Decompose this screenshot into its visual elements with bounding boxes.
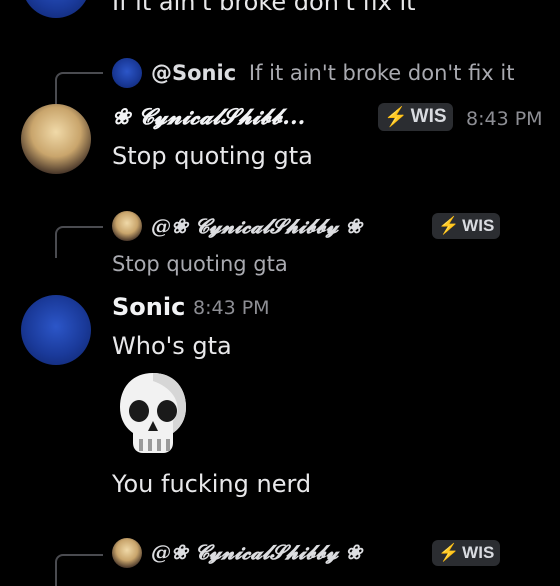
lightning-bolt-icon: ⚡ — [384, 107, 408, 128]
message-text: Who's gta — [112, 332, 232, 360]
role-badge[interactable]: ⚡ WIS — [378, 103, 453, 131]
reply-author-line[interactable]: @❀ 𝓒𝔂𝓷𝓲𝓬𝓪𝓵𝓢𝓱𝓲𝓫𝓫𝔂 ❀ — [151, 540, 362, 564]
lightning-bolt-icon: ⚡ — [438, 216, 460, 235]
role-badge[interactable]: ⚡ WIS — [432, 213, 501, 239]
author-name[interactable]: ❀ 𝓒𝔂𝓷𝓲𝓬𝓪𝓵𝓢𝓱𝓲𝓫𝓫... — [112, 104, 305, 130]
reply-connector — [55, 226, 103, 258]
message-text: Stop quoting gta — [112, 142, 313, 170]
reply-connector — [55, 72, 103, 104]
message-text-top: If it ain't broke don't fix it — [112, 0, 416, 16]
badge-label: WIS — [410, 106, 447, 127]
timestamp: 8:43 PM — [193, 297, 270, 319]
reply-avatar-sonic — [112, 58, 142, 88]
skull-emoji — [120, 373, 186, 453]
reply-avatar-cynicalshibby — [112, 211, 142, 241]
reply-author: @❀ 𝓒𝔂𝓷𝓲𝓬𝓪𝓵𝓢𝓱𝓲𝓫𝓫𝔂 ❀ — [151, 214, 363, 238]
lightning-bolt-icon: ⚡ — [438, 543, 460, 562]
role-badge[interactable]: ⚡ WIS — [432, 540, 501, 566]
message-text: You fucking nerd — [112, 470, 312, 498]
author-name[interactable]: Sonic — [112, 293, 185, 321]
reply-snippet: If it ain't broke don't fix it — [248, 61, 515, 85]
avatar-cynicalshibby[interactable] — [21, 104, 91, 174]
timestamp: 8:43 PM — [466, 108, 543, 130]
reply-author: @Sonic — [151, 61, 237, 85]
badge-label: WIS — [462, 543, 495, 562]
avatar-sonic-top[interactable] — [22, 0, 90, 18]
reply-author: @❀ 𝓒𝔂𝓷𝓲𝓬𝓪𝓵𝓢𝓱𝓲𝓫𝓫𝔂 ❀ — [151, 540, 363, 564]
avatar-sonic[interactable] — [21, 295, 91, 365]
reply-author-line[interactable]: @❀ 𝓒𝔂𝓷𝓲𝓬𝓪𝓵𝓢𝓱𝓲𝓫𝓫𝔂 ❀ — [151, 214, 362, 238]
reply-preview[interactable]: @Sonic If it ain't broke don't fix it — [151, 61, 514, 85]
reply-connector — [55, 554, 103, 586]
reply-avatar-cynicalshibby — [112, 538, 142, 568]
badge-label: WIS — [462, 216, 495, 235]
reply-snippet[interactable]: Stop quoting gta — [112, 252, 288, 276]
